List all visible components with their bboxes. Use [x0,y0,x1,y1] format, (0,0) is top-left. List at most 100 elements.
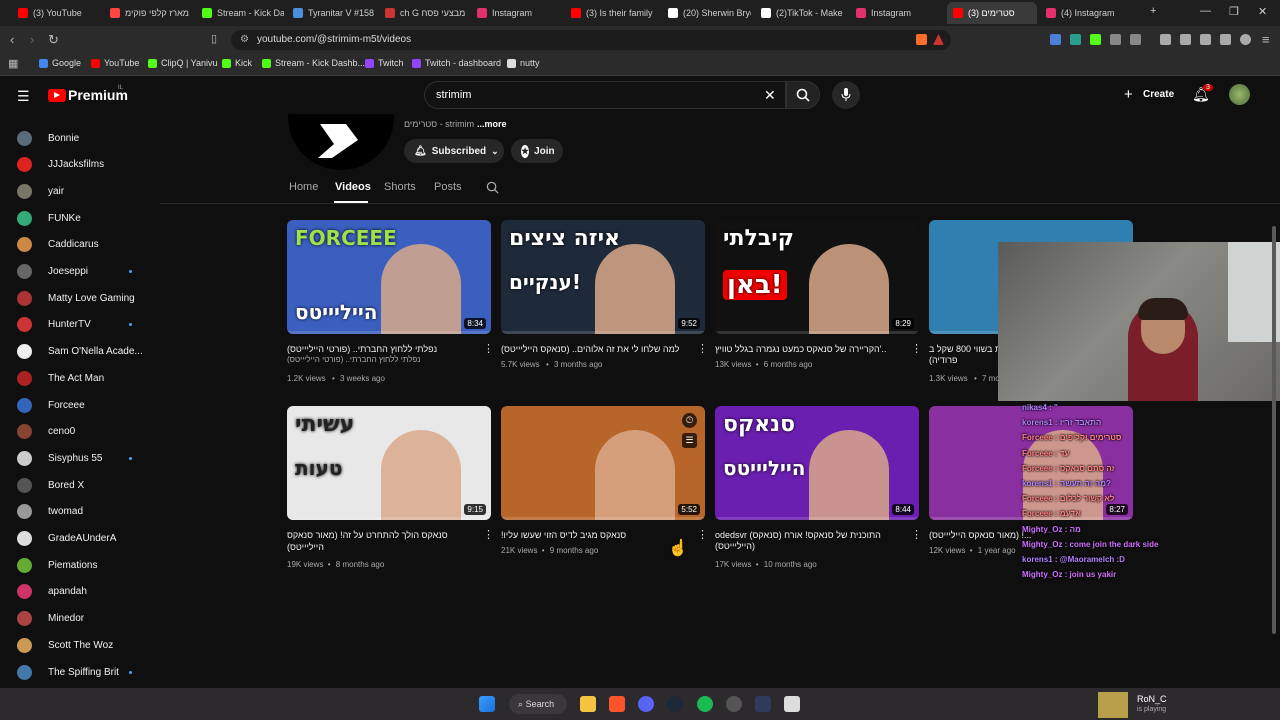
start-icon[interactable] [479,696,495,712]
video-thumbnail[interactable]: עשיתי טעות 9:15 [287,406,491,520]
browser-tab[interactable]: (20) Sherwin Bryc [662,2,751,24]
file-explorer-icon[interactable] [580,696,596,712]
browser-tab[interactable]: (2)TikTok - Make [755,2,846,24]
sidebar-item-subscription[interactable]: GradeAUnderA [0,526,160,552]
browser-tab[interactable]: (3) סטרימים [947,2,1037,24]
video-thumbnail[interactable]: FORCEEE הייליייטס 8:34 [287,220,491,334]
channel-search-icon[interactable] [486,181,499,194]
video-options-icon[interactable]: ⋮ [697,528,708,541]
media-icon[interactable] [1160,34,1171,45]
bookmark-item[interactable]: nutty [507,58,540,68]
browser-tab[interactable]: Tyranitar V #158 [287,2,375,24]
sidebar-item-subscription[interactable]: ceno0 [0,419,160,445]
sidebar-icon[interactable] [1180,34,1191,45]
sidebar-item-subscription[interactable]: Minedor [0,606,160,632]
bookmark-item[interactable]: Twitch - dashboard [412,58,501,68]
app-icon[interactable] [784,696,800,712]
minimize-icon[interactable]: — [1200,5,1211,17]
more-link[interactable]: ...more [477,119,507,129]
tab-videos[interactable]: Videos [335,181,371,193]
search-button[interactable] [786,81,820,109]
youtube-logo-icon[interactable] [48,89,66,102]
tab-posts[interactable]: Posts [434,181,462,193]
search-input[interactable]: strimim [424,81,786,109]
video-options-icon[interactable]: ⋮ [483,528,494,541]
video-title[interactable]: הקריירה של סנאקס כמעט נגמרה בגלל טוויץ'.… [715,343,905,355]
sidebar-item-subscription[interactable]: Sam O'Nella Acade... [0,339,160,365]
avatar[interactable] [1229,84,1250,105]
steam-icon[interactable] [667,696,683,712]
browser-tab[interactable]: Instagram [471,2,561,24]
browser-tab[interactable]: Stream - Kick Da [196,2,284,24]
video-options-icon[interactable]: ⋮ [697,342,708,355]
sidebar-item-subscription[interactable]: apandah [0,579,160,605]
video-options-icon[interactable]: ⋮ [483,342,494,355]
video-title[interactable]: למה שלחו לי את זה אלוהים.. (סנאקס הייליי… [501,343,691,355]
brave-browser-icon[interactable] [609,696,625,712]
video-thumbnail[interactable]: קיבלתי באן! 8:29 [715,220,919,334]
browser-tab[interactable]: (4) Instagram [1040,2,1135,24]
sidebar-item-subscription[interactable]: The Act Man [0,365,160,391]
spotify-icon[interactable] [697,696,713,712]
extension-icon[interactable] [1090,34,1101,45]
browser-tab[interactable]: Instagram [850,2,943,24]
bookmark-item[interactable]: ClipQ | Yanivu [148,58,218,68]
video-thumbnail[interactable]: סנאקס הייליייטס 8:44 [715,406,919,520]
channel-avatar[interactable] [288,114,394,170]
taskbar-search[interactable]: ⌕ Search [509,694,567,714]
video-title[interactable]: !סנאקס מגיב לדיס הזוי שעשו עליו [501,529,691,541]
create-plus-icon[interactable]: + [1124,86,1133,103]
tab-shorts[interactable]: Shorts [384,181,416,193]
download-icon[interactable] [1220,34,1231,45]
vpn-icon[interactable] [1240,34,1251,45]
back-icon[interactable]: ‹ [10,32,14,47]
reload-icon[interactable]: ↻ [48,32,59,48]
obs-icon[interactable] [726,696,742,712]
discord-icon[interactable] [638,696,654,712]
video-options-icon[interactable]: ⋮ [911,342,922,355]
bookmark-item[interactable]: Twitch [365,58,404,68]
browser-tab[interactable]: מארז קלפי פוקימ [104,2,192,24]
sidebar-item-subscription[interactable]: The Spiffing Brit [0,659,160,685]
sidebar-item-subscription[interactable]: yair [0,178,160,204]
extension-icon[interactable] [1070,34,1081,45]
sidebar-item-subscription[interactable]: Sisyphus 55 [0,445,160,471]
sidebar-item-subscription[interactable]: Bonnie [0,125,160,151]
tab-home[interactable]: Home [289,181,318,193]
sidebar-item-subscription[interactable]: JJJacksfilms [0,152,160,178]
site-info-icon[interactable]: ⚙ [240,30,249,50]
voice-search-button[interactable] [832,81,860,109]
sidebar-item-subscription[interactable]: Joeseppi [0,259,160,285]
bookmark-icon[interactable]: ▯ [211,32,217,45]
sidebar-item-subscription[interactable]: FUNKe [0,205,160,231]
sidebar-item-subscription[interactable]: twomad [0,499,160,525]
bookmark-item[interactable]: YouTube [91,58,139,68]
video-thumbnail[interactable]: 5:52 [501,406,705,520]
page-scrollbar[interactable] [1272,226,1276,634]
video-thumbnail[interactable]: איזה ציצים ענקיים! 9:52 [501,220,705,334]
sidebar-item-subscription[interactable]: Scott The Woz [0,632,160,658]
apps-grid-icon[interactable]: ▦ [8,57,18,70]
browser-tab[interactable]: (3) Is their family [565,2,658,24]
sidebar-item-subscription[interactable]: HunterTV [0,312,160,338]
video-options-icon[interactable]: ⋮ [911,528,922,541]
app-icon[interactable] [755,696,771,712]
watch-later-icon[interactable]: 🕒︎ [682,413,697,428]
video-title-continued[interactable]: (הייליייטס) [715,541,755,551]
url-field[interactable]: ⚙ youtube.com/@strimim-m5t/videos [231,30,951,50]
add-to-queue-icon[interactable]: ☰ [682,433,697,448]
clear-search-icon[interactable]: ✕ [764,87,776,104]
bookmark-item[interactable]: Stream - Kick Dashb... [262,58,365,68]
close-window-icon[interactable]: ✕ [1258,5,1267,18]
hamburger-menu-icon[interactable]: ☰ [17,88,30,105]
video-title[interactable]: נפלתי ללחוץ החברתי.. (פורטי הייליייטס) [287,343,477,355]
create-button[interactable]: Create [1143,89,1174,100]
video-title-continued[interactable]: (נפלתי ללחוץ החברתי.. (פורטי הייליייטס [287,355,420,364]
video-title[interactable]: odedsvr (סנאקס) התוכנית של סנאקס! אורח [715,529,905,541]
browser-tab[interactable]: ch G מבצעי פסח [379,2,467,24]
browser-tab[interactable]: (3) YouTube [12,2,100,24]
join-button[interactable]: ★ Join [511,139,563,163]
bookmark-item[interactable]: Google [39,58,81,68]
maximize-icon[interactable]: ❐ [1229,5,1239,18]
bookmark-item[interactable]: Kick [222,58,252,68]
